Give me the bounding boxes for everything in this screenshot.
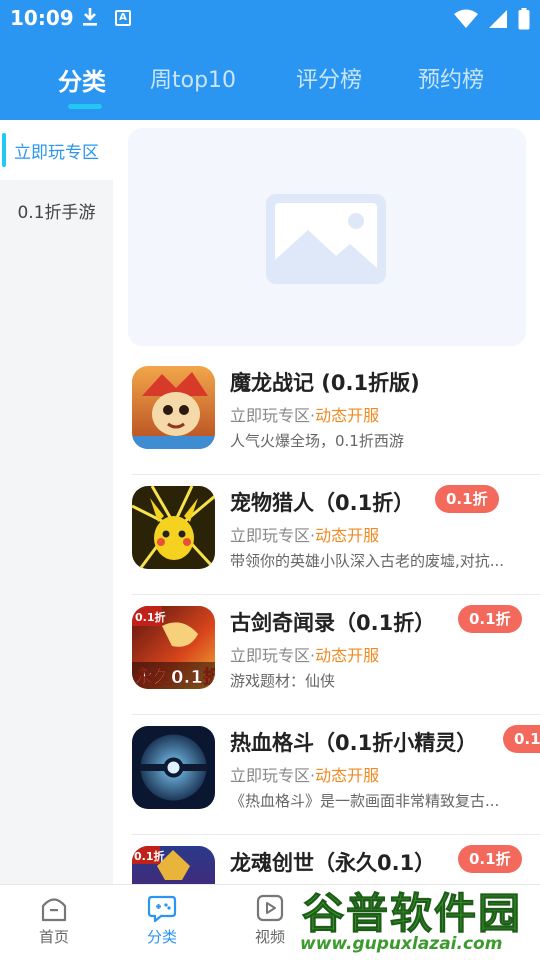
sidebar-item-label: 0.1折手游 <box>17 202 96 223</box>
game-title: 热血格斗（0.1折小精灵） <box>230 731 478 755</box>
nav-video[interactable]: 视频 <box>240 893 300 947</box>
game-meta: 立即玩专区·动态开服 <box>230 762 379 786</box>
icon-text: 0.1折 <box>135 610 166 624</box>
game-row[interactable]: 0.1折 永久0.1折 古剑奇闻录（0.1折） 0.1折 立即玩专区·动态开服 … <box>113 595 540 715</box>
active-tab-indicator <box>68 104 102 109</box>
home-icon <box>41 898 67 922</box>
tab-weekly-top10[interactable]: 周top10 <box>150 62 236 94</box>
game-icon <box>132 366 215 449</box>
game-zone: 立即玩专区 <box>230 766 311 785</box>
tab-rating-rank[interactable]: 评分榜 <box>296 62 362 94</box>
tab-bar: 分类 周top10 评分榜 预约榜 <box>0 56 540 120</box>
app-header: 10:09 A 分类 周top10 评分榜 预约榜 <box>0 0 540 120</box>
sidebar-active-indicator <box>2 133 6 167</box>
nav-category[interactable]: 分类 <box>132 893 192 947</box>
signal-icon <box>489 10 507 28</box>
game-row[interactable]: 宠物猎人（0.1折） 0.1折 立即玩专区·动态开服 带领你的英雄小队深入古老的… <box>113 475 540 595</box>
notification-a-icon: A <box>115 10 131 26</box>
game-meta: 立即玩专区·动态开服 <box>230 522 379 546</box>
download-icon <box>83 8 97 26</box>
tab-reservation-rank[interactable]: 预约榜 <box>418 62 484 94</box>
icon-text: 永久0.1折 <box>134 666 215 688</box>
game-title: 古剑奇闻录（0.1折） <box>230 611 436 635</box>
status-right-icons <box>454 8 530 30</box>
nav-label: 分类 <box>146 928 177 946</box>
game-row[interactable]: 热血格斗（0.1折小精灵） 0.1折 立即玩专区·动态开服 《热血格斗》是一款画… <box>113 715 540 835</box>
server-status: 动态开服 <box>315 766 380 785</box>
game-title: 魔龙战记 (0.1折版) <box>230 371 420 395</box>
game-icon: 0.1折 永久0.1折 <box>132 606 215 689</box>
game-icon <box>132 726 215 809</box>
category-sidebar: 立即玩专区 0.1折手游 <box>0 120 113 884</box>
game-icon: 0.1折 <box>132 846 215 885</box>
category-icon <box>147 895 177 923</box>
status-time: 10:09 <box>10 6 74 30</box>
server-status: 动态开服 <box>315 526 380 545</box>
watermark-url: www.gupuxlazai.com <box>300 934 503 954</box>
game-title: 宠物猎人（0.1折） <box>230 491 415 515</box>
game-description: 人气火爆全场，0.1折西游 <box>230 432 404 450</box>
tab-category[interactable]: 分类 <box>58 62 106 97</box>
discount-badge: 0.1折 <box>435 485 499 513</box>
game-description: 带领你的英雄小队深入古老的废墟,对抗... <box>230 552 505 570</box>
site-watermark: 谷普软件园 www.gupuxlazai.com <box>296 876 540 960</box>
wifi-icon <box>454 9 478 28</box>
game-icon <box>132 486 215 569</box>
game-zone: 立即玩专区 <box>230 526 311 545</box>
game-meta: 立即玩专区·动态开服 <box>230 402 379 426</box>
game-title: 龙魂创世（永久0.1） <box>230 851 436 875</box>
game-zone: 立即玩专区 <box>230 646 311 665</box>
banner-image[interactable] <box>128 128 526 346</box>
video-icon <box>256 894 284 922</box>
nav-home[interactable]: 首页 <box>24 893 84 947</box>
game-list: 魔龙战记 (0.1折版) 立即玩专区·动态开服 人气火爆全场，0.1折西游 宠物… <box>113 355 540 885</box>
game-description: 游戏题材：仙侠 <box>230 672 336 690</box>
icon-text: 0.1折 <box>134 849 165 863</box>
image-placeholder-icon <box>266 194 386 284</box>
battery-icon <box>518 8 530 30</box>
game-row[interactable]: 魔龙战记 (0.1折版) 立即玩专区·动态开服 人气火爆全场，0.1折西游 <box>113 355 540 475</box>
server-status: 动态开服 <box>315 406 380 425</box>
game-meta: 立即玩专区·动态开服 <box>230 642 379 666</box>
watermark-title: 谷普软件园 <box>301 889 523 939</box>
discount-badge: 0.1折 <box>458 605 522 633</box>
status-bar: 10:09 A <box>0 0 540 36</box>
sidebar-item-discount-games[interactable]: 0.1折手游 <box>0 180 113 240</box>
game-zone: 立即玩专区 <box>230 406 311 425</box>
discount-badge: 0.1折 <box>458 845 522 873</box>
discount-badge: 0.1折 <box>503 725 540 753</box>
sidebar-item-label: 立即玩专区 <box>14 142 99 163</box>
server-status: 动态开服 <box>315 646 380 665</box>
game-description: 《热血格斗》是一款画面非常精致复古... <box>230 792 500 810</box>
nav-label: 首页 <box>38 928 69 946</box>
sidebar-item-instant-play[interactable]: 立即玩专区 <box>0 120 113 180</box>
nav-label: 视频 <box>254 928 285 946</box>
